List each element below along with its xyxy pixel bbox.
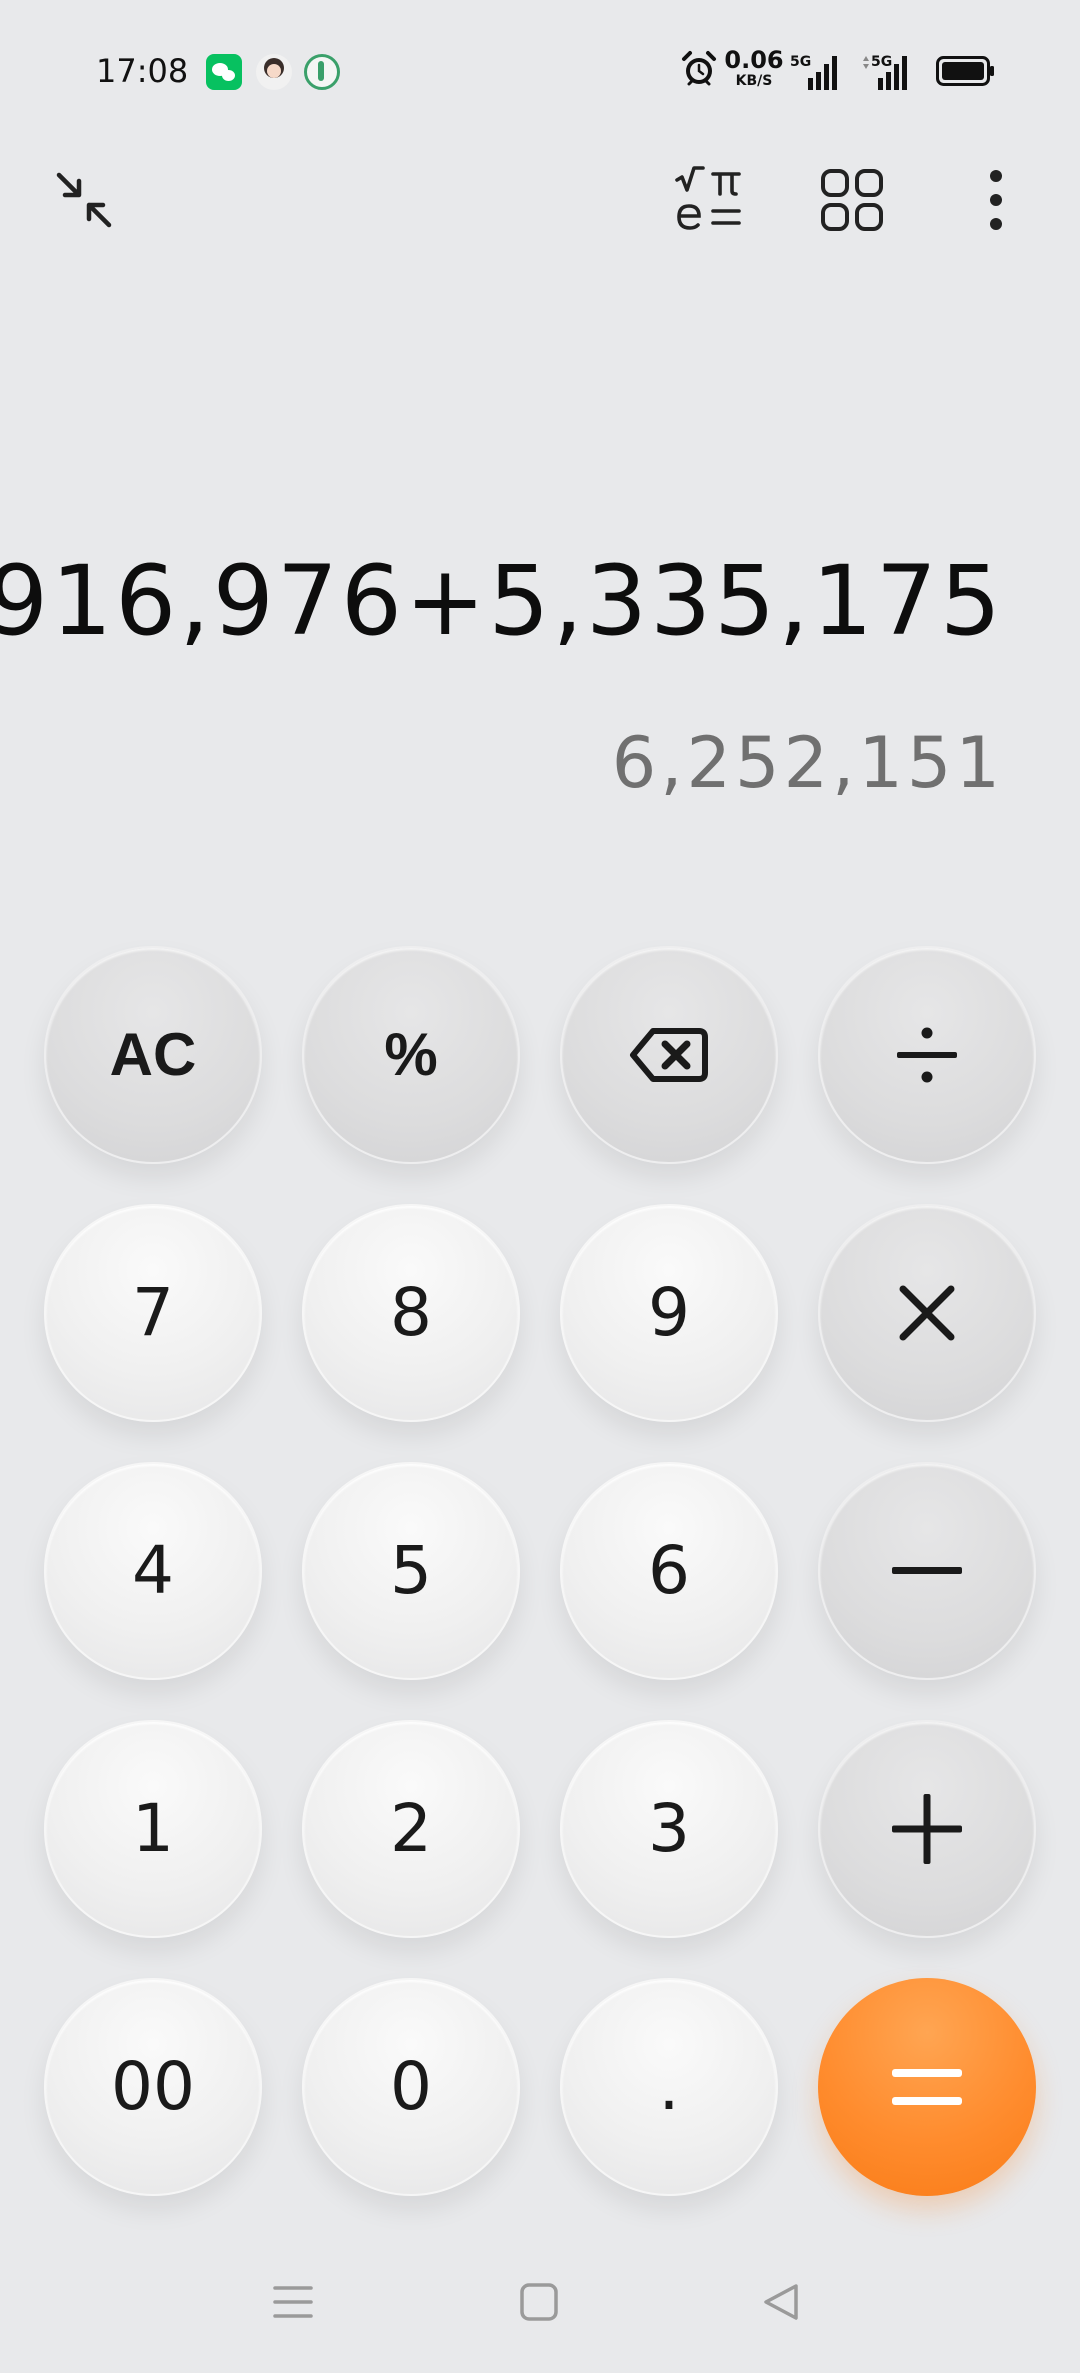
digit-7-label: 7 — [132, 1274, 174, 1351]
home-icon — [520, 2283, 558, 2321]
digit-8-label: 8 — [390, 1274, 432, 1351]
signal-label: 5G — [871, 54, 892, 70]
decimal-button[interactable]: . — [560, 1978, 778, 2196]
backspace-button[interactable] — [560, 946, 778, 1164]
digit-4-label: 4 — [132, 1532, 174, 1609]
percent-button[interactable]: % — [302, 946, 520, 1164]
network-speed: 0.06 KB/S — [722, 48, 786, 88]
signal-icon: 5G — [863, 54, 907, 90]
more-options-button[interactable] — [956, 160, 1036, 240]
digit-5-label: 5 — [390, 1532, 432, 1609]
digit-3-label: 3 — [648, 1790, 690, 1867]
plus-button[interactable] — [818, 1720, 1036, 1938]
digit-9-label: 9 — [648, 1274, 690, 1351]
leaf-app-icon — [304, 54, 340, 90]
equals-icon — [892, 2069, 962, 2105]
network-speed-value: 0.06 — [724, 46, 784, 74]
expression-display[interactable]: 916,976+5,335,175 — [0, 545, 1004, 657]
scientific-mode-icon — [675, 166, 741, 230]
network-speed-unit: KB/S — [735, 73, 773, 89]
digit-0-button[interactable]: 0 — [302, 1978, 520, 2196]
digit-1-label: 1 — [132, 1790, 174, 1867]
percent-label: % — [384, 1021, 438, 1088]
more-options-icon — [990, 170, 1002, 230]
battery-icon — [936, 56, 994, 86]
double-zero-button[interactable]: 00 — [44, 1978, 262, 2196]
result-display: 6,252,151 — [611, 722, 1004, 804]
divide-button[interactable] — [818, 946, 1036, 1164]
divide-icon — [897, 1027, 957, 1083]
digit-6-button[interactable]: 6 — [560, 1462, 778, 1680]
digit-0-label: 0 — [390, 2048, 432, 2125]
converter-button[interactable] — [812, 160, 892, 240]
multiply-button[interactable] — [818, 1204, 1036, 1422]
multiply-icon — [899, 1285, 955, 1341]
digit-2-label: 2 — [390, 1790, 432, 1867]
digit-1-button[interactable]: 1 — [44, 1720, 262, 1938]
avatar-icon — [256, 54, 292, 90]
digit-8-button[interactable]: 8 — [302, 1204, 520, 1422]
minus-icon — [892, 1567, 962, 1574]
signal-icon: 5G — [790, 54, 837, 90]
menu-icon — [273, 2286, 313, 2318]
alarm-icon — [682, 51, 716, 86]
minimize-button[interactable] — [44, 160, 124, 240]
clear-button[interactable]: AC — [44, 946, 262, 1164]
wechat-icon — [206, 54, 242, 90]
decimal-label: . — [658, 2048, 680, 2125]
digit-9-button[interactable]: 9 — [560, 1204, 778, 1422]
backspace-icon — [630, 1028, 708, 1082]
minimize-icon — [56, 172, 112, 228]
nav-back-button[interactable] — [752, 2272, 812, 2332]
equals-button[interactable] — [818, 1978, 1036, 2196]
scientific-mode-button[interactable] — [668, 160, 748, 240]
status-bar: 17:08 0.06 KB/S 5G 5G — [0, 0, 1080, 140]
double-zero-label: 00 — [111, 2048, 195, 2125]
nav-menu-button[interactable] — [263, 2272, 323, 2332]
plus-icon — [892, 1794, 962, 1864]
back-icon — [764, 2284, 798, 2320]
converter-icon — [821, 169, 883, 231]
digit-6-label: 6 — [648, 1532, 690, 1609]
digit-5-button[interactable]: 5 — [302, 1462, 520, 1680]
clear-label: AC — [109, 1021, 197, 1088]
digit-3-button[interactable]: 3 — [560, 1720, 778, 1938]
signal-label: 5G — [790, 54, 811, 70]
status-time: 17:08 — [96, 52, 189, 90]
digit-7-button[interactable]: 7 — [44, 1204, 262, 1422]
digit-2-button[interactable]: 2 — [302, 1720, 520, 1938]
digit-4-button[interactable]: 4 — [44, 1462, 262, 1680]
minus-button[interactable] — [818, 1462, 1036, 1680]
nav-home-button[interactable] — [509, 2272, 569, 2332]
